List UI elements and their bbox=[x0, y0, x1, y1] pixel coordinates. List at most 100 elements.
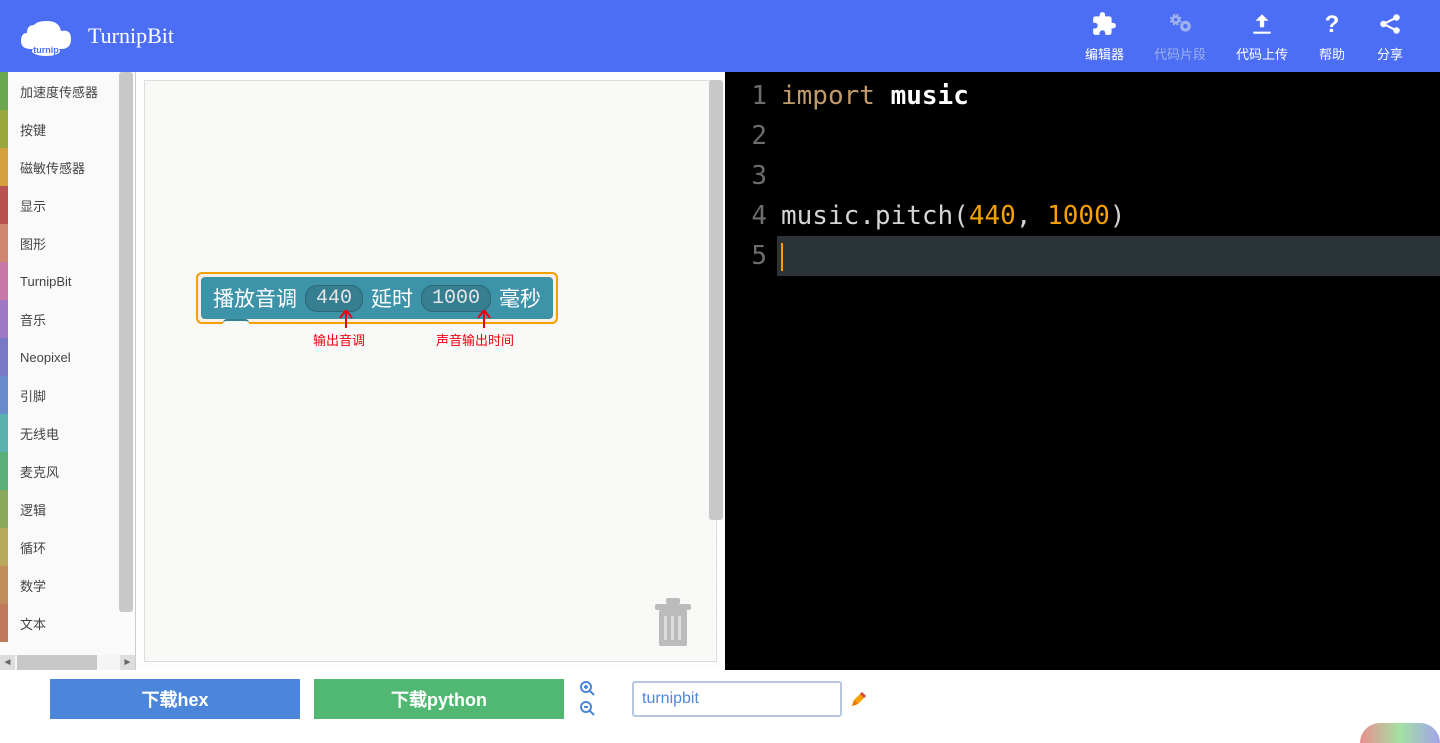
nav-snippets[interactable]: 代码片段 bbox=[1154, 10, 1206, 63]
category-label: 文本 bbox=[20, 614, 46, 633]
nav-editor-label: 编辑器 bbox=[1085, 44, 1124, 63]
code-line[interactable] bbox=[777, 156, 1440, 196]
trash-icon[interactable] bbox=[651, 596, 695, 650]
category-color-swatch bbox=[0, 148, 8, 186]
category-item[interactable]: 显示 bbox=[0, 186, 135, 224]
category-item[interactable]: 图形 bbox=[0, 224, 135, 262]
category-color-swatch bbox=[0, 110, 8, 148]
project-name-input[interactable] bbox=[642, 690, 849, 708]
category-label: 磁敏传感器 bbox=[20, 158, 85, 177]
block-suffix: 毫秒 bbox=[499, 283, 541, 313]
logo-icon: turnip bbox=[16, 11, 76, 61]
category-color-swatch bbox=[0, 262, 8, 300]
annotation-pitch: 输出音调 bbox=[313, 330, 365, 349]
share-icon bbox=[1376, 10, 1404, 38]
category-item[interactable]: TurnipBit bbox=[0, 262, 135, 300]
puzzle-icon bbox=[1090, 10, 1118, 38]
category-color-swatch bbox=[0, 490, 8, 528]
category-color-swatch bbox=[0, 300, 8, 338]
category-label: 引脚 bbox=[20, 386, 46, 405]
nav-editor[interactable]: 编辑器 bbox=[1085, 10, 1124, 63]
code-line[interactable] bbox=[777, 116, 1440, 156]
zoom-out-button[interactable] bbox=[578, 700, 598, 718]
code-line[interactable] bbox=[777, 236, 1440, 276]
category-label: Neopixel bbox=[20, 350, 71, 365]
category-color-swatch bbox=[0, 338, 8, 376]
code-gutter: 12345 bbox=[725, 72, 777, 670]
footer: 下载hex 下载python bbox=[0, 670, 1440, 727]
arrow-icon bbox=[474, 310, 494, 332]
category-item[interactable]: 磁敏传感器 bbox=[0, 148, 135, 186]
category-label: 数学 bbox=[20, 576, 46, 595]
category-label: 图形 bbox=[20, 234, 46, 253]
category-label: 逻辑 bbox=[20, 500, 46, 519]
nav-share-label: 分享 bbox=[1377, 44, 1403, 63]
project-name-box bbox=[632, 681, 842, 717]
header: turnip TurnipBit 编辑器 代码片段 代码上传 ? bbox=[0, 0, 1440, 72]
code-editor[interactable]: 12345 import music music.pitch(440, 1000) bbox=[725, 72, 1440, 670]
nav-help[interactable]: ? 帮助 bbox=[1318, 10, 1346, 63]
code-line[interactable]: music.pitch(440, 1000) bbox=[777, 196, 1440, 236]
category-item[interactable]: 加速度传感器 bbox=[0, 72, 135, 110]
category-label: 麦克风 bbox=[20, 462, 59, 481]
block-mid: 延时 bbox=[371, 283, 413, 313]
category-item[interactable]: 引脚 bbox=[0, 376, 135, 414]
code-line[interactable]: import music bbox=[777, 76, 1440, 116]
svg-text:?: ? bbox=[1325, 11, 1340, 37]
nav-upload-label: 代码上传 bbox=[1236, 44, 1288, 63]
category-item[interactable]: 数学 bbox=[0, 566, 135, 604]
category-color-swatch bbox=[0, 376, 8, 414]
category-label: 音乐 bbox=[20, 310, 46, 329]
header-nav: 编辑器 代码片段 代码上传 ? 帮助 分享 bbox=[1085, 10, 1424, 63]
category-label: 按键 bbox=[20, 120, 46, 139]
svg-text:turnip: turnip bbox=[33, 45, 59, 55]
block-prefix: 播放音调 bbox=[213, 283, 297, 313]
category-color-swatch bbox=[0, 452, 8, 490]
category-item[interactable]: 音乐 bbox=[0, 300, 135, 338]
category-label: 无线电 bbox=[20, 424, 59, 443]
category-color-swatch bbox=[0, 224, 8, 262]
block-duration-input[interactable]: 1000 bbox=[421, 285, 491, 312]
gears-icon bbox=[1166, 10, 1194, 38]
download-hex-button[interactable]: 下载hex bbox=[50, 679, 300, 719]
logo-area: turnip TurnipBit bbox=[16, 11, 174, 61]
sidebar-scrollbar[interactable] bbox=[119, 72, 133, 655]
nav-share[interactable]: 分享 bbox=[1376, 10, 1404, 63]
zoom-in-button[interactable] bbox=[578, 680, 598, 698]
category-item[interactable]: 按键 bbox=[0, 110, 135, 148]
footer-decoration bbox=[1360, 723, 1440, 743]
nav-help-label: 帮助 bbox=[1319, 44, 1345, 63]
sidebar-h-scrollbar[interactable]: ◄ ► bbox=[0, 655, 135, 670]
category-item[interactable]: 文本 bbox=[0, 604, 135, 642]
pencil-icon[interactable] bbox=[849, 689, 869, 709]
category-label: 显示 bbox=[20, 196, 46, 215]
code-content[interactable]: import music music.pitch(440, 1000) bbox=[777, 72, 1440, 670]
category-color-swatch bbox=[0, 528, 8, 566]
nav-upload[interactable]: 代码上传 bbox=[1236, 10, 1288, 63]
category-item[interactable]: Neopixel bbox=[0, 338, 135, 376]
arrow-icon bbox=[336, 310, 356, 332]
help-icon: ? bbox=[1318, 10, 1346, 38]
category-item[interactable]: 循环 bbox=[0, 528, 135, 566]
category-color-swatch bbox=[0, 604, 8, 642]
block-canvas[interactable]: 播放音调 440 延时 1000 毫秒 输出音调 声音输出时间 bbox=[135, 72, 725, 670]
category-color-swatch bbox=[0, 72, 8, 110]
annotation-duration: 声音输出时间 bbox=[436, 330, 514, 349]
category-item[interactable]: 无线电 bbox=[0, 414, 135, 452]
app-title: TurnipBit bbox=[88, 23, 174, 49]
category-item[interactable]: 麦克风 bbox=[0, 452, 135, 490]
category-color-swatch bbox=[0, 186, 8, 224]
category-sidebar: 加速度传感器按键磁敏传感器显示图形 TurnipBit 音乐 Neopixel 引脚无线… bbox=[0, 72, 135, 655]
upload-icon bbox=[1248, 10, 1276, 38]
category-color-swatch bbox=[0, 414, 8, 452]
block-pitch-input[interactable]: 440 bbox=[305, 285, 363, 312]
download-python-button[interactable]: 下载python bbox=[314, 679, 564, 719]
nav-snippets-label: 代码片段 bbox=[1154, 44, 1206, 63]
canvas-scrollbar[interactable] bbox=[709, 80, 723, 662]
category-label: 循环 bbox=[20, 538, 46, 557]
category-label: TurnipBit bbox=[20, 274, 72, 289]
category-item[interactable]: 逻辑 bbox=[0, 490, 135, 528]
music-pitch-block[interactable]: 播放音调 440 延时 1000 毫秒 bbox=[196, 272, 558, 324]
category-label: 加速度传感器 bbox=[20, 82, 98, 101]
main: 加速度传感器按键磁敏传感器显示图形 TurnipBit 音乐 Neopixel 引脚无线… bbox=[0, 72, 1440, 670]
